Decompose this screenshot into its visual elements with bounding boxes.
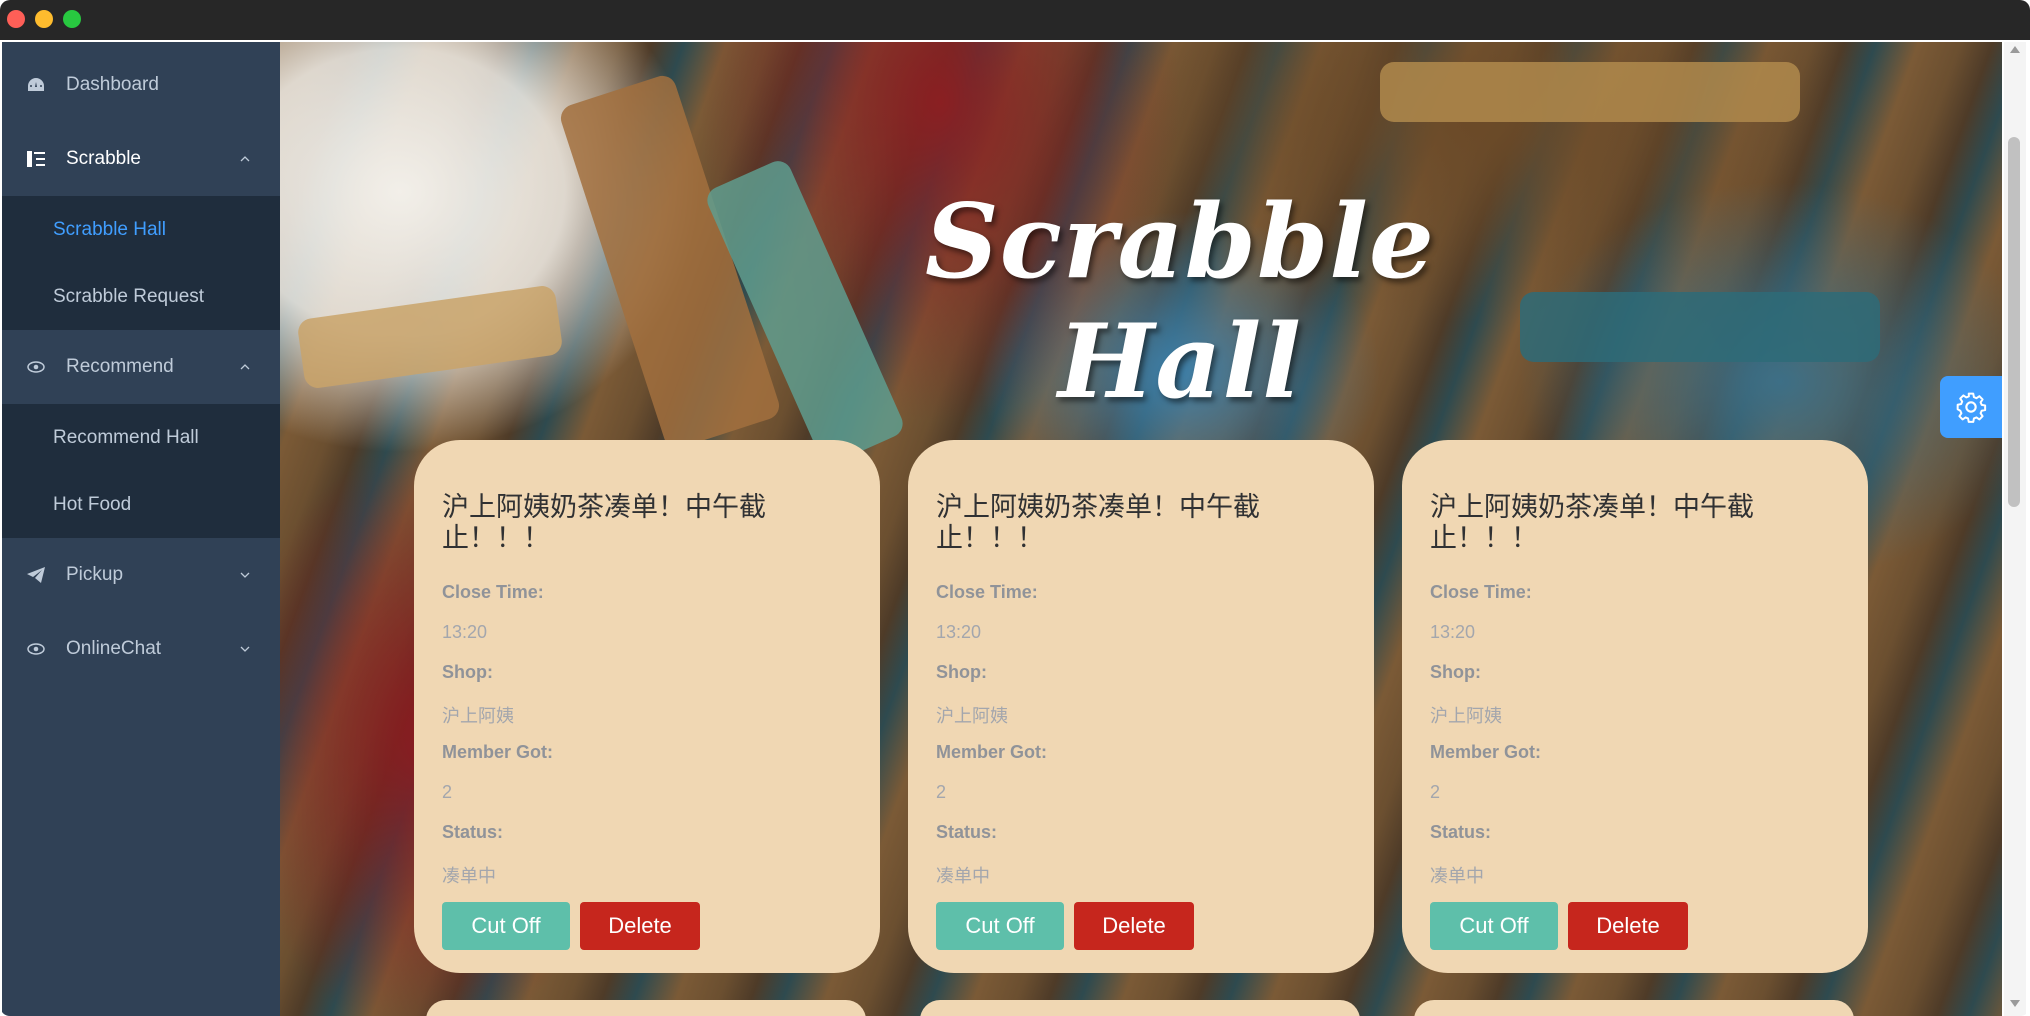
sidebar-item-scrabble[interactable]: Scrabble [2, 122, 280, 196]
submenu-recommend: Recommend Hall Hot Food [2, 404, 280, 538]
sidebar-item-label: Recommend [66, 356, 174, 377]
scrabble-card-partial [920, 1000, 1360, 1016]
eye-icon [26, 639, 46, 659]
sidebar-item-label: Scrabble [66, 148, 141, 169]
member-got-value: 2 [442, 782, 453, 802]
chevron-up-icon [240, 364, 250, 370]
card-title: 沪上阿姨奶茶凑单！中午截止！！！ [442, 492, 766, 553]
close-time-value: 13:20 [1430, 622, 1476, 642]
shop-value: 沪上阿姨 [936, 706, 1008, 726]
close-time-label: Close Time: [442, 582, 544, 602]
sidebar-item-scrabble-hall[interactable]: Scrabble Hall [2, 196, 280, 263]
shop-value: 沪上阿姨 [442, 706, 514, 726]
shop-value: 沪上阿姨 [1430, 706, 1502, 726]
close-window-button[interactable] [7, 10, 25, 28]
sidebar-item-label: Hot Food [53, 493, 132, 515]
member-got-value: 2 [1430, 782, 1441, 802]
scrabble-card: 沪上阿姨奶茶凑单！中午截止！！！ Close Time: 13:20 Shop:… [1402, 440, 1868, 973]
background-decoration [1380, 62, 1800, 122]
close-time-label: Close Time: [936, 582, 1038, 602]
sidebar-item-label: Scrabble Hall [53, 218, 166, 240]
sidebar-item-recommend[interactable]: Recommend [2, 330, 280, 404]
delete-button[interactable]: Delete [580, 902, 700, 950]
sidebar: Dashboard Scrabble Scrabble Hall Scrabbl… [2, 42, 280, 1016]
eye-icon [26, 357, 46, 377]
scrabble-card-partial [426, 1000, 866, 1016]
member-got-label: Member Got: [936, 742, 1048, 762]
delete-button[interactable]: Delete [1074, 902, 1194, 950]
sidebar-item-scrabble-request[interactable]: Scrabble Request [2, 263, 280, 330]
chevron-down-icon [240, 646, 250, 652]
background-decoration [296, 284, 564, 390]
dashboard-icon [26, 75, 46, 95]
send-icon [26, 565, 46, 585]
gear-icon [1956, 392, 1987, 423]
cut-off-button[interactable]: Cut Off [1430, 902, 1558, 950]
close-time-value: 13:20 [442, 622, 488, 642]
scrollbar-thumb[interactable] [2008, 137, 2020, 507]
shop-label: Shop: [442, 662, 493, 682]
background-decoration [1520, 292, 1880, 362]
sidebar-item-label: Scrabble Request [53, 285, 205, 307]
status-label: Status: [936, 822, 998, 842]
status-value: 凑单中 [1430, 866, 1484, 886]
shop-label: Shop: [936, 662, 987, 682]
settings-button[interactable] [1940, 376, 2002, 438]
close-time-value: 13:20 [936, 622, 982, 642]
sidebar-item-onlinechat[interactable]: OnlineChat [2, 612, 280, 686]
shop-label: Shop: [1430, 662, 1481, 682]
card-title: 沪上阿姨奶茶凑单！中午截止！！！ [936, 492, 1260, 553]
maximize-window-button[interactable] [63, 10, 81, 28]
list-icon [26, 149, 46, 169]
scrabble-card: 沪上阿姨奶茶凑单！中午截止！！！ Close Time: 13:20 Shop:… [908, 440, 1374, 973]
sidebar-item-dashboard[interactable]: Dashboard [2, 48, 280, 122]
cut-off-button[interactable]: Cut Off [936, 902, 1064, 950]
sidebar-item-recommend-hall[interactable]: Recommend Hall [2, 404, 280, 471]
scroll-up-arrow-icon[interactable] [2010, 46, 2020, 53]
scroll-down-arrow-icon[interactable] [2010, 1000, 2020, 1007]
page-title: Scrabble Hall [925, 182, 1435, 422]
chevron-down-icon [240, 572, 250, 578]
submenu-scrabble: Scrabble Hall Scrabble Request [2, 196, 280, 330]
close-time-label: Close Time: [1430, 582, 1532, 602]
scrabble-card: 沪上阿姨奶茶凑单！中午截止！！！ Close Time: 13:20 Shop:… [414, 440, 880, 973]
chevron-up-icon [240, 156, 250, 162]
card-title: 沪上阿姨奶茶凑单！中午截止！！！ [1430, 492, 1754, 553]
sidebar-item-label: Dashboard [66, 74, 159, 95]
delete-button[interactable]: Delete [1568, 902, 1688, 950]
sidebar-item-label: Pickup [66, 564, 124, 585]
member-got-value: 2 [936, 782, 947, 802]
member-got-label: Member Got: [1430, 742, 1542, 762]
status-value: 凑单中 [936, 866, 990, 886]
status-value: 凑单中 [442, 866, 496, 886]
sidebar-item-pickup[interactable]: Pickup [2, 538, 280, 612]
scrabble-card-partial [1414, 1000, 1854, 1016]
status-label: Status: [442, 822, 504, 842]
app-window: Dashboard Scrabble Scrabble Hall Scrabbl… [0, 0, 2030, 1016]
vertical-scrollbar[interactable] [2004, 42, 2026, 1016]
cut-off-button[interactable]: Cut Off [442, 902, 570, 950]
title-bar [0, 0, 2030, 40]
sidebar-item-label: Recommend Hall [53, 426, 199, 448]
sidebar-item-label: OnlineChat [66, 638, 162, 659]
member-got-label: Member Got: [442, 742, 554, 762]
minimize-window-button[interactable] [35, 10, 53, 28]
status-label: Status: [1430, 822, 1492, 842]
sidebar-item-hot-food[interactable]: Hot Food [2, 471, 280, 538]
